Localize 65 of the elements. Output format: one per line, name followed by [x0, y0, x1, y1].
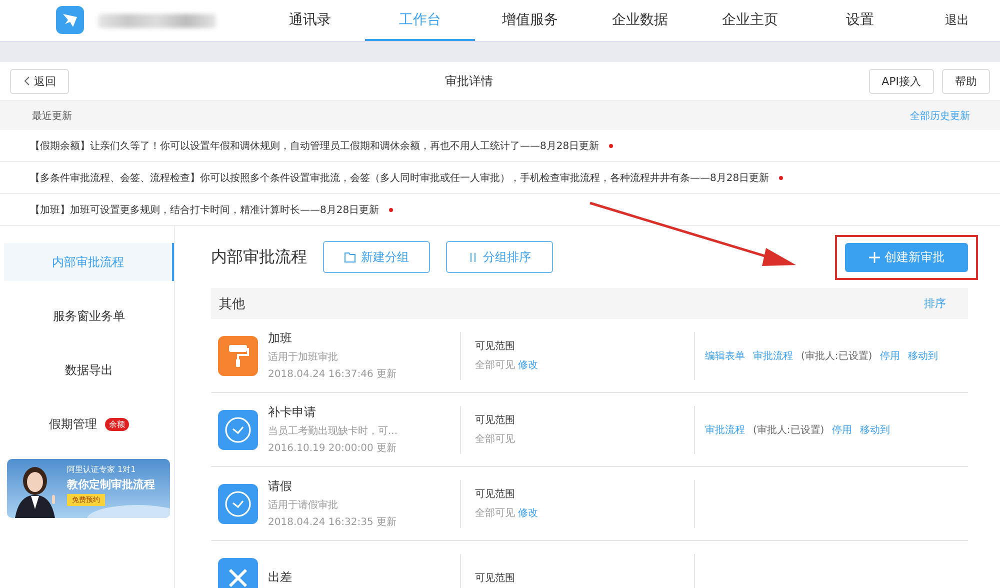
- approval-name[interactable]: 加班: [268, 330, 397, 347]
- updates-heading: 最近更新: [32, 110, 72, 122]
- approver-note: (审批人:已设置): [801, 350, 872, 362]
- visibility-value: 全部可见: [475, 360, 515, 371]
- visibility-label: 可见范围: [475, 572, 516, 584]
- visibility-value: 全部可见: [475, 434, 515, 445]
- update-text: 【加班】加班可设置更多规则，结合打卡时间，精准计算时长——8月28日更新: [30, 204, 380, 216]
- nav-tab[interactable]: 通讯录: [255, 0, 365, 41]
- approval-description: 适用于请假审批: [268, 498, 339, 512]
- plus-icon: [868, 252, 880, 262]
- update-text: 【假期余额】让亲们久等了！你可以设置年假和调休规则，自动管理员工假期和调休余额，再也不用人工统计了——8月28日更新: [30, 140, 600, 152]
- approval-description: 适用于加班审批: [268, 350, 339, 364]
- app-logo: [56, 6, 84, 34]
- sort-icon: [468, 252, 478, 262]
- clock-icon: [218, 484, 258, 524]
- new-group-button[interactable]: 新建分组: [323, 241, 430, 273]
- banner-subtitle: 阿里认证专家 1对1: [67, 464, 136, 475]
- paint-roller-icon: [218, 336, 258, 376]
- folder-icon: [344, 252, 356, 262]
- nav-tab[interactable]: 企业数据: [585, 0, 695, 41]
- updated-time: 2018.04.24 16:32:35 更新: [268, 516, 397, 529]
- group-name: 其他: [219, 296, 245, 312]
- sort-link[interactable]: 排序: [924, 296, 946, 311]
- action-link[interactable]: 停用: [832, 422, 852, 436]
- sidebar-item[interactable]: 服务窗业务单: [4, 297, 174, 335]
- nav-tab[interactable]: 增值服务: [475, 0, 585, 41]
- back-button[interactable]: 返回: [10, 68, 69, 94]
- updated-time: 2018.04.24 16:37:46 更新: [268, 368, 397, 381]
- chevron-left-icon: [23, 76, 30, 86]
- header-button[interactable]: API接入: [868, 68, 934, 94]
- nav-tab[interactable]: 设置: [805, 0, 915, 41]
- section-title: 内部审批流程: [211, 246, 307, 268]
- visibility-label: 可见范围: [475, 414, 516, 427]
- updated-time: 2016.10.19 20:00:00 更新: [268, 442, 398, 455]
- edit-link[interactable]: 修改: [518, 508, 538, 519]
- approver-note: (审批人:已设置): [753, 424, 824, 436]
- approval-description: 当员工考勤出现缺卡时，可...: [268, 424, 398, 438]
- nav-tab[interactable]: 企业主页: [695, 0, 805, 41]
- history-link[interactable]: 全部历史更新: [910, 108, 970, 122]
- page-title: 审批详情: [444, 72, 494, 90]
- badge: 余额: [105, 418, 129, 430]
- approval-name[interactable]: 出差: [268, 569, 292, 586]
- visibility-value: 全部可见: [475, 508, 515, 519]
- header-button[interactable]: 帮助: [942, 68, 990, 94]
- action-link[interactable]: 编辑表单: [705, 348, 745, 362]
- create-approval-button[interactable]: 创建新审批: [845, 242, 968, 272]
- visibility-label: 可见范围: [475, 340, 516, 353]
- visibility-label: 可见范围: [475, 488, 516, 501]
- banner-title: 教你定制审批流程: [67, 477, 155, 492]
- clock-icon: [218, 410, 258, 450]
- approval-name[interactable]: 请假: [268, 478, 397, 495]
- update-text: 【多条件审批流程、会签、流程检查】你可以按照多个条件设置审批流，会签（多人同时审批或任一人审批），手机检查审批流程，各种流程井井有条——8月28日更新: [30, 172, 770, 184]
- action-link[interactable]: 审批流程: [753, 348, 793, 362]
- approval-name[interactable]: 补卡申请: [268, 404, 398, 421]
- action-link[interactable]: 审批流程: [705, 422, 745, 436]
- action-link[interactable]: 移动到: [908, 348, 938, 362]
- logout-link[interactable]: 退出: [945, 12, 969, 29]
- action-link[interactable]: 移动到: [860, 422, 890, 436]
- sidebar-item[interactable]: 数据导出: [4, 351, 174, 389]
- sidebar-item[interactable]: 假期管理 余额: [4, 405, 174, 443]
- sort-groups-button[interactable]: 分组排序: [446, 241, 553, 273]
- sidebar-item[interactable]: 内部审批流程: [4, 243, 174, 281]
- nav-tab[interactable]: 工作台: [365, 0, 475, 41]
- action-link[interactable]: 停用: [880, 348, 900, 362]
- edit-link[interactable]: 修改: [518, 360, 538, 371]
